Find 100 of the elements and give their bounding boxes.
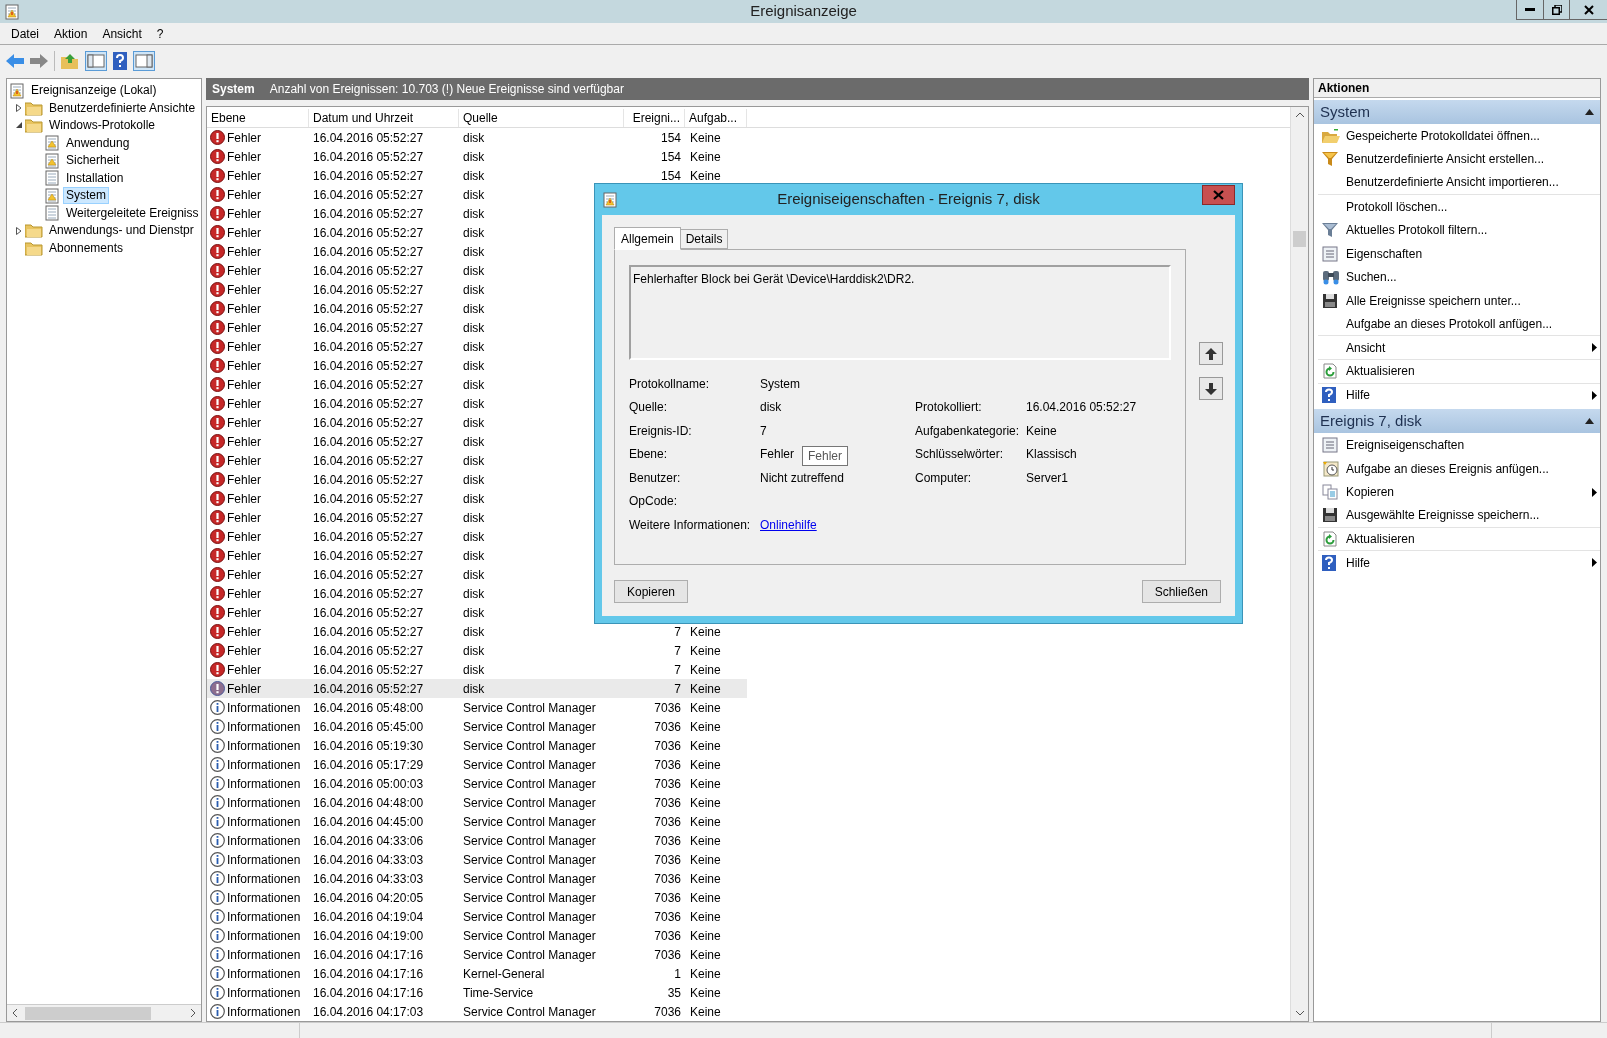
table-row[interactable]: Informationen 16.04.2016 04:48:00 Service Control Manager 7036 Keine xyxy=(207,793,747,812)
tree-item[interactable]: Anwendung xyxy=(63,134,133,152)
forward-arrow-icon[interactable] xyxy=(30,53,48,68)
scroll-thumb[interactable] xyxy=(25,1006,151,1020)
table-cell-text: Fehler xyxy=(227,509,261,527)
table-row[interactable]: Fehler 16.04.2016 05:52:27 disk 7 Keine xyxy=(207,660,747,679)
restore-button[interactable] xyxy=(1544,0,1570,20)
table-row[interactable]: Informationen 16.04.2016 04:17:16 Time-Service 35 Keine xyxy=(207,983,747,1002)
menu-item[interactable]: ? xyxy=(149,24,171,43)
action-item[interactable]: Benutzerdefinierte Ansicht erstellen... xyxy=(1318,147,1600,172)
table-row[interactable]: Informationen 16.04.2016 04:17:16 Kernel-General 1 Keine xyxy=(207,964,747,983)
action-item[interactable]: Gespeicherte Protokolldatei öffnen... xyxy=(1318,124,1600,148)
previous-event-button[interactable] xyxy=(1199,342,1223,365)
collapse-icon[interactable] xyxy=(15,122,23,130)
table-row[interactable]: Fehler 16.04.2016 05:52:27 disk xyxy=(207,204,747,223)
expand-icon[interactable] xyxy=(16,226,22,235)
table-row[interactable]: Informationen 16.04.2016 04:33:03 Service Control Manager 7036 Keine xyxy=(207,869,747,888)
menu-item[interactable]: Aktion xyxy=(47,24,95,43)
table-row[interactable]: Fehler 16.04.2016 05:52:27 disk 154 Keine xyxy=(207,147,747,166)
table-row[interactable]: Informationen 16.04.2016 05:19:30 Service Control Manager 7036 Keine xyxy=(207,736,747,755)
menu-item[interactable]: Datei xyxy=(4,24,46,43)
action-item[interactable]: Aufgabe an dieses Ereignis anfügen... xyxy=(1318,456,1600,481)
tree-item[interactable]: Sicherheit xyxy=(63,152,123,170)
table-row[interactable]: Informationen 16.04.2016 05:48:00 Service Control Manager 7036 Keine xyxy=(207,698,747,717)
table-cell: Keine xyxy=(690,738,721,753)
action-item[interactable]: Eigenschaften xyxy=(1318,241,1600,266)
column-header[interactable]: Ebene xyxy=(207,109,309,127)
table-cell-text: Fehler xyxy=(227,186,261,204)
table-row[interactable]: Fehler 16.04.2016 05:52:27 disk 7 Keine xyxy=(207,641,747,660)
table-cell: 7036 xyxy=(654,871,681,886)
table-row[interactable]: Fehler 16.04.2016 05:52:27 disk 154 Keine xyxy=(207,128,747,147)
table-row[interactable]: Informationen 16.04.2016 04:17:16 Service Control Manager 7036 Keine xyxy=(207,945,747,964)
action-item[interactable]: Hilfe xyxy=(1318,383,1600,408)
table-row[interactable]: Informationen 16.04.2016 04:33:06 Service Control Manager 7036 Keine xyxy=(207,831,747,850)
folder-up-icon[interactable] xyxy=(61,52,79,69)
column-header[interactable]: Ereigni... xyxy=(624,109,685,127)
section-header[interactable]: System xyxy=(1314,100,1600,124)
table-row[interactable]: Informationen 16.04.2016 05:00:03 Service Control Manager 7036 Keine xyxy=(207,774,747,793)
action-item[interactable]: Aktualisieren xyxy=(1318,527,1600,552)
action-item[interactable]: Aktuelles Protokoll filtern... xyxy=(1318,218,1600,242)
action-item[interactable]: Aufgabe an dieses Protokoll anfügen... xyxy=(1318,312,1600,337)
tab[interactable]: Details xyxy=(680,229,729,249)
table-row[interactable]: Fehler 16.04.2016 05:52:27 disk xyxy=(207,185,747,204)
table-row[interactable]: Fehler 16.04.2016 05:52:27 disk xyxy=(207,603,747,622)
tree-item[interactable]: Anwendungs- und Dienstpr xyxy=(46,222,197,240)
table-cell-text: Fehler xyxy=(227,243,261,261)
help-link[interactable]: Onlinehilfe xyxy=(760,515,817,534)
table-row[interactable]: Informationen 16.04.2016 04:19:00 Service Control Manager 7036 Keine xyxy=(207,926,747,945)
back-arrow-icon[interactable] xyxy=(6,53,24,68)
table-cell: disk xyxy=(463,434,485,449)
minimize-button[interactable] xyxy=(1516,0,1544,20)
horizontal-scrollbar[interactable] xyxy=(7,1004,201,1021)
action-item[interactable]: Ereigniseigenschaften xyxy=(1318,433,1600,457)
action-item[interactable]: Protokoll löschen... xyxy=(1318,194,1600,219)
tree-item[interactable]: Weitergeleitete Ereigniss xyxy=(63,204,201,222)
action-item[interactable]: Suchen... xyxy=(1318,265,1600,290)
table-cell: 7 xyxy=(674,662,681,677)
copy-button[interactable]: Kopieren xyxy=(614,580,689,603)
next-event-button[interactable] xyxy=(1199,377,1223,400)
column-header[interactable]: Datum und Uhrzeit xyxy=(309,109,459,127)
action-item[interactable]: Hilfe xyxy=(1318,551,1600,575)
tree-item[interactable]: Abonnements xyxy=(46,239,127,257)
table-row[interactable]: Fehler 16.04.2016 05:52:27 disk 154 Keine xyxy=(207,166,747,185)
tree-item[interactable]: Installation xyxy=(63,169,127,187)
table-row[interactable]: Informationen 16.04.2016 04:17:03 Service Control Manager 7036 Keine xyxy=(207,1002,747,1021)
collapse-icon[interactable] xyxy=(1585,418,1594,425)
table-row[interactable]: Informationen 16.04.2016 04:20:05 Service Control Manager 7036 Keine xyxy=(207,888,747,907)
tree-item[interactable]: Windows-Protokolle xyxy=(46,117,159,135)
save-icon xyxy=(1322,507,1338,524)
action-pane-icon[interactable] xyxy=(133,50,155,71)
action-item[interactable]: Ausgewählte Ereignisse speichern... xyxy=(1318,503,1600,528)
help-icon xyxy=(1322,554,1336,571)
column-header[interactable]: Aufgab... xyxy=(685,109,747,127)
action-item[interactable]: Benutzerdefinierte Ansicht importieren... xyxy=(1318,171,1600,195)
table-row[interactable]: Fehler 16.04.2016 05:52:27 disk xyxy=(207,546,747,565)
table-row[interactable]: Informationen 16.04.2016 04:45:00 Service Control Manager 7036 Keine xyxy=(207,812,747,831)
action-item[interactable]: Aktualisieren xyxy=(1318,359,1600,384)
table-row[interactable]: Fehler 16.04.2016 05:52:27 disk 7 Keine xyxy=(207,679,747,698)
menu-item[interactable]: Ansicht xyxy=(95,24,149,43)
table-row[interactable]: Informationen 16.04.2016 05:45:00 Service Control Manager 7036 Keine xyxy=(207,717,747,736)
action-item[interactable]: Alle Ereignisse speichern unter... xyxy=(1318,289,1600,313)
section-header[interactable]: Ereignis 7, disk xyxy=(1314,409,1600,434)
vertical-scrollbar[interactable] xyxy=(1290,107,1308,1021)
table-row[interactable]: Fehler 16.04.2016 05:52:27 disk 7 Keine xyxy=(207,622,747,641)
action-item[interactable]: Kopieren xyxy=(1318,480,1600,504)
collapse-icon[interactable] xyxy=(1585,109,1594,115)
tree-item[interactable]: Ereignisanzeige (Lokal) xyxy=(28,82,160,100)
close-button[interactable]: Schließen xyxy=(1141,580,1221,603)
action-item[interactable]: Ansicht xyxy=(1318,336,1600,360)
table-row[interactable]: Informationen 16.04.2016 04:19:04 Service Control Manager 7036 Keine xyxy=(207,907,747,926)
scroll-thumb[interactable] xyxy=(1293,231,1306,247)
tree-pane-icon[interactable] xyxy=(85,50,107,71)
tree-item[interactable]: System xyxy=(63,187,109,205)
expand-icon[interactable] xyxy=(16,104,22,113)
tree-item[interactable]: Benutzerdefinierte Ansichte xyxy=(46,99,199,117)
tab[interactable]: Allgemein xyxy=(614,227,681,250)
help-icon[interactable] xyxy=(113,51,127,70)
table-row[interactable]: Informationen 16.04.2016 04:33:03 Service Control Manager 7036 Keine xyxy=(207,850,747,869)
column-header[interactable]: Quelle xyxy=(459,109,624,127)
table-row[interactable]: Informationen 16.04.2016 05:17:29 Service Control Manager 7036 Keine xyxy=(207,755,747,774)
